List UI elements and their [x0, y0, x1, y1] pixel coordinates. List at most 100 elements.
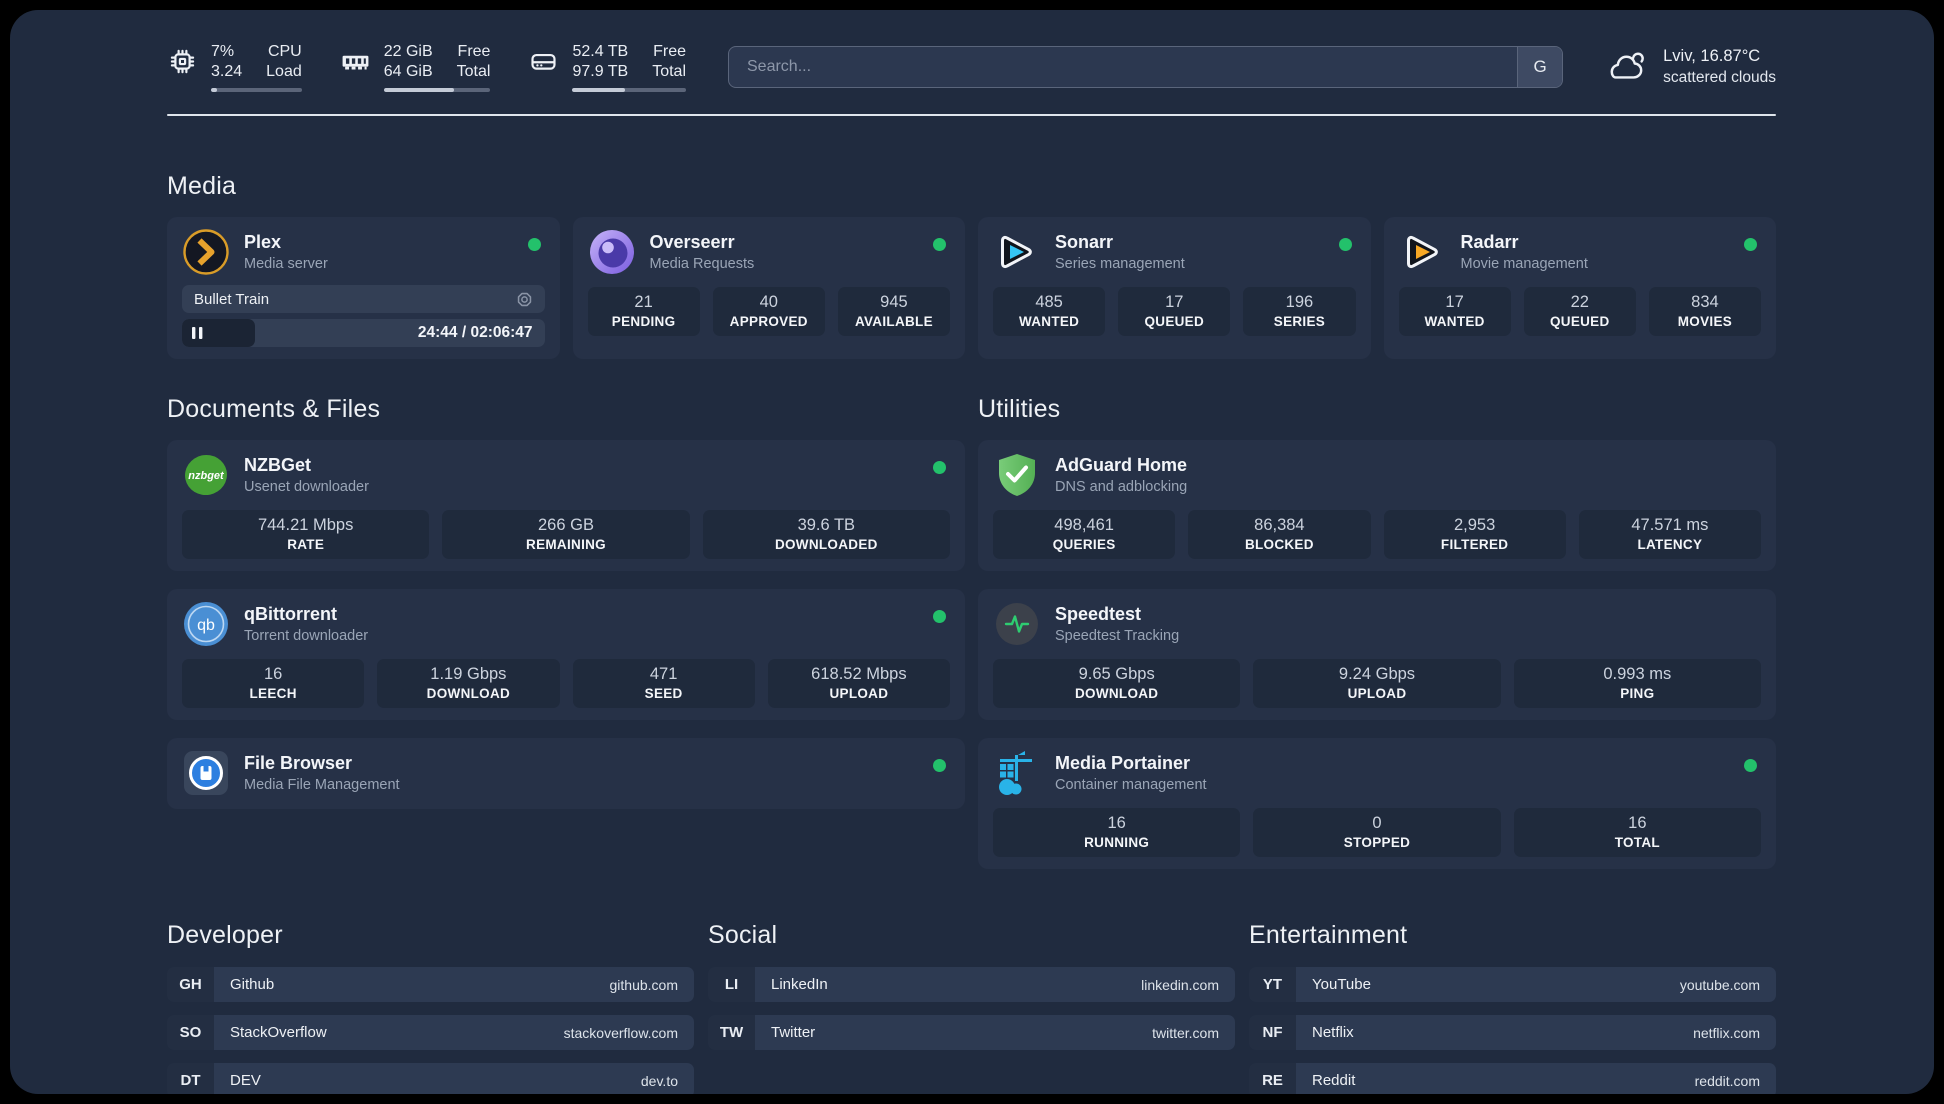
app-subtitle: Speedtest Tracking	[1055, 628, 1180, 644]
social-heading: Social	[708, 921, 778, 949]
memory-stat: 22 GiB 64 GiB Free Total	[340, 42, 491, 92]
disk-icon	[531, 53, 557, 70]
bookmark-url: netflix.com	[1693, 1024, 1760, 1041]
stat-filtered: 2,953 FILTERED	[1383, 510, 1566, 559]
cpu-load-value: 3.24	[211, 63, 243, 80]
stat-rate: 744.21 Mbps RATE	[182, 510, 430, 559]
app-card-filebrowser[interactable]: File Browser Media File Management	[167, 738, 965, 809]
stat-pending: 21 PENDING	[587, 287, 700, 336]
bookmark-abbr: GH	[167, 967, 214, 1002]
stat-ping: 0.993 ms PING	[1513, 659, 1761, 708]
section-media: Media Plex Media server Bullet Train 24:…	[167, 172, 1776, 359]
stat-queries: 498,461 QUERIES	[993, 510, 1176, 559]
bookmark-abbr: YT	[1249, 967, 1296, 1002]
now-playing-row: Bullet Train	[182, 285, 545, 313]
utilities-heading: Utilities	[978, 395, 1061, 423]
bookmark-reddit[interactable]: RE Reddit reddit.com	[1249, 1063, 1776, 1094]
app-subtitle: Media File Management	[244, 777, 400, 793]
bookmark-netflix[interactable]: NF Netflix netflix.com	[1249, 1015, 1776, 1050]
app-card-sonarr[interactable]: Sonarr Series management 485 WANTED 17 QUE…	[978, 217, 1371, 359]
cloud-icon	[1610, 52, 1645, 79]
memory-total-value: 64 GiB	[383, 63, 433, 80]
app-title: NZBGet	[244, 455, 311, 475]
app-card-adguard[interactable]: AdGuard Home DNS and adblocking 498,461 Q…	[978, 440, 1776, 571]
cpu-usage-value: 7%	[211, 43, 235, 60]
radarr-icon	[1399, 228, 1447, 276]
speedtest-icon	[993, 600, 1041, 648]
app-card-speedtest[interactable]: Speedtest Speedtest Tracking 9.65 Gbps DO…	[978, 589, 1776, 720]
app-title: File Browser	[244, 753, 353, 773]
developer-heading: Developer	[167, 921, 283, 949]
stat-queued: 17 QUEUED	[1118, 287, 1231, 336]
nzbget-icon: nzbget	[182, 451, 230, 499]
app-card-portainer[interactable]: Media Portainer Container management 16 R…	[978, 738, 1776, 869]
qbittorrent-icon: qb	[182, 600, 230, 648]
status-dot	[527, 238, 541, 251]
bookmark-name: LinkedIn	[771, 976, 828, 993]
memory-free-label: Free	[457, 43, 491, 60]
bookmark-name: YouTube	[1312, 976, 1371, 993]
app-subtitle: Usenet downloader	[244, 479, 369, 495]
app-card-radarr[interactable]: Radarr Movie management 17 WANTED 22 QUEUE…	[1383, 217, 1776, 359]
app-subtitle: Media server	[244, 256, 328, 272]
disk-total-label: Total	[652, 63, 686, 80]
status-dot	[933, 461, 946, 474]
bookmark-abbr: TW	[708, 1015, 755, 1050]
section-social: Social LI LinkedIn linkedin.com TW Twitt…	[708, 921, 1235, 1094]
app-card-qbittorrent[interactable]: qb qBittorrent Torrent downloader 16 LEEC…	[167, 589, 965, 720]
header: 7% 3.24 CPU Load 22 GiB 64 GiB Free Tota…	[167, 42, 1776, 92]
app-subtitle: Container management	[1055, 777, 1207, 793]
portainer-icon	[993, 749, 1041, 797]
memory-progress-bar	[383, 88, 491, 92]
bookmark-youtube[interactable]: YT YouTube youtube.com	[1249, 967, 1776, 1002]
app-card-nzbget[interactable]: nzbget NZBGet Usenet downloader 744.21 M…	[167, 440, 965, 571]
app-card-plex[interactable]: Plex Media server Bullet Train 24:44 / 0…	[167, 217, 560, 359]
bookmark-url: reddit.com	[1694, 1072, 1760, 1089]
stat-wanted: 485 WANTED	[993, 287, 1106, 336]
app-title: Speedtest	[1055, 604, 1142, 624]
bookmark-url: dev.to	[640, 1072, 678, 1089]
app-title: Sonarr	[1055, 232, 1114, 252]
stat-queued: 22 QUEUED	[1523, 287, 1636, 336]
disk-free-value: 52.4 TB	[572, 43, 629, 60]
cpu-usage-label: CPU	[267, 43, 302, 60]
app-subtitle: Movie management	[1460, 256, 1588, 272]
status-dot	[1744, 759, 1757, 772]
section-developer: Developer GH Github github.com SO StackO…	[167, 921, 694, 1094]
app-title: qBittorrent	[244, 604, 337, 624]
app-title: Plex	[244, 232, 282, 252]
bookmark-url: youtube.com	[1679, 976, 1760, 993]
bookmark-github[interactable]: GH Github github.com	[167, 967, 694, 1002]
bookmark-url: twitter.com	[1152, 1024, 1219, 1041]
bookmark-twitter[interactable]: TW Twitter twitter.com	[708, 1015, 1235, 1050]
cpu-progress-bar	[211, 88, 302, 92]
status-dot	[933, 610, 946, 623]
bookmark-linkedin[interactable]: LI LinkedIn linkedin.com	[708, 967, 1235, 1002]
bookmark-dev[interactable]: DT DEV dev.to	[167, 1063, 694, 1094]
now-playing-title: Bullet Train	[194, 290, 270, 308]
bookmark-stackoverflow[interactable]: SO StackOverflow stackoverflow.com	[167, 1015, 694, 1050]
camera-icon	[517, 292, 531, 306]
playback-progress-bar: 24:44 / 02:06:47	[182, 319, 545, 347]
sonarr-icon	[993, 228, 1041, 276]
playback-time: 24:44 / 02:06:47	[417, 324, 533, 341]
app-title: Media Portainer	[1055, 753, 1191, 773]
stat-movies: 834 MOVIES	[1648, 287, 1762, 336]
weather-condition: scattered clouds	[1663, 69, 1776, 86]
search-engine-button[interactable]: G	[1517, 47, 1563, 87]
stat-series: 196 SERIES	[1243, 287, 1356, 336]
section-utilities: Utilities AdGuard Home DNS and adblockin…	[978, 395, 1776, 869]
app-subtitle: DNS and adblocking	[1055, 479, 1188, 495]
bookmark-name: Github	[230, 976, 275, 993]
disk-free-label: Free	[653, 43, 686, 60]
bookmark-url: linkedin.com	[1141, 976, 1219, 993]
stat-upload: 618.52 Mbps UPLOAD	[767, 659, 950, 708]
app-card-overseerr[interactable]: Overseerr Media Requests 21 PENDING 40 APP…	[572, 217, 965, 359]
stat-upload: 9.24 Gbps UPLOAD	[1253, 659, 1501, 708]
app-title: Radarr	[1460, 232, 1519, 252]
stat-wanted: 17 WANTED	[1398, 287, 1511, 336]
search-input[interactable]	[729, 47, 1518, 87]
cpu-icon	[170, 49, 195, 74]
app-subtitle: Torrent downloader	[244, 628, 369, 644]
bookmark-name: DEV	[230, 1072, 261, 1089]
